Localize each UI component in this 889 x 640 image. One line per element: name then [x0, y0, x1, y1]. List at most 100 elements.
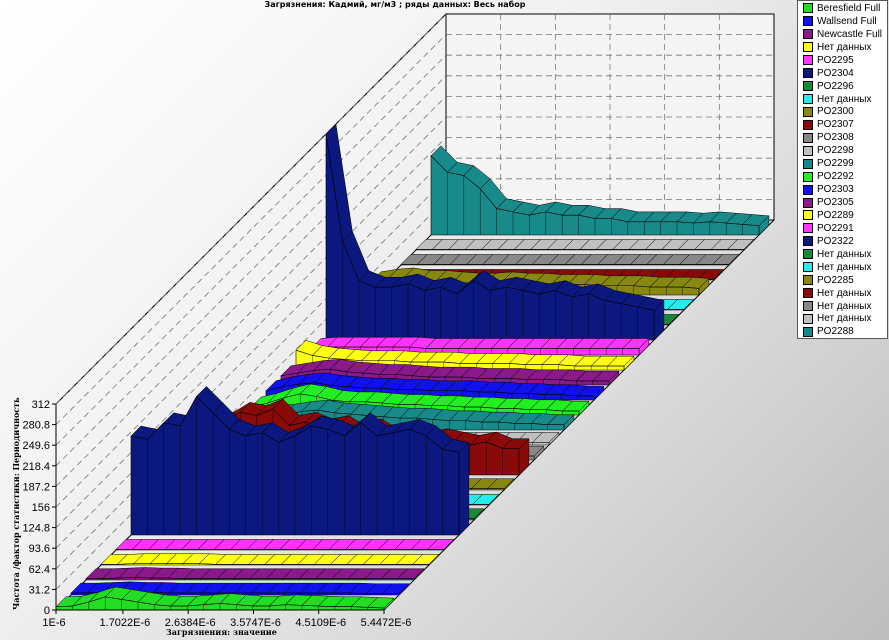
legend-swatch: [803, 55, 813, 66]
legend-label: PO2322: [817, 235, 854, 247]
legend-label: PO2300: [817, 106, 854, 118]
legend-label: PO2308: [817, 132, 854, 144]
legend-item: PO2303: [798, 183, 887, 196]
legend-item: PO2288: [798, 325, 887, 338]
y-tick-label: 312: [32, 399, 50, 411]
legend-item: Newcastle Full: [798, 28, 887, 41]
legend-swatch: [803, 158, 813, 169]
x-tick-label: 1.7022E-6: [100, 617, 151, 629]
legend-label: Wallsend Full: [817, 15, 877, 27]
legend-swatch: [803, 68, 813, 79]
legend-item: PO2289: [798, 209, 887, 222]
legend-swatch: [803, 42, 813, 53]
legend-swatch: [803, 16, 813, 27]
legend-label: Нет данных: [817, 313, 872, 325]
legend-label: PO2296: [817, 80, 854, 92]
x-tick-label: 5.4472E-6: [361, 617, 412, 629]
legend-swatch: [803, 3, 813, 14]
y-tick-label: 187.2: [22, 481, 50, 493]
legend-item: Beresfield Full: [798, 2, 887, 15]
legend-item: Wallsend Full: [798, 15, 887, 28]
legend-item: PO2308: [798, 131, 887, 144]
series-ribbon: [400, 253, 740, 266]
legend-item: Нет данных: [798, 300, 887, 313]
legend-label: PO2307: [817, 119, 854, 131]
y-axis-title: Частота /фактор статистики: Периодичност…: [11, 397, 21, 610]
series-ribbon: [115, 538, 455, 551]
legend-label: Нет данных: [817, 41, 872, 53]
legend-item: PO2307: [798, 118, 887, 131]
legend-swatch: [803, 313, 813, 324]
legend-label: PO2304: [817, 67, 854, 79]
y-tick-label: 249.6: [22, 440, 50, 452]
y-tick-label: 31.2: [29, 584, 50, 596]
legend-swatch: [803, 81, 813, 92]
legend-item: PO2305: [798, 196, 887, 209]
legend-item: PO2300: [798, 106, 887, 119]
legend-item: PO2285: [798, 274, 887, 287]
series-ribbon: [415, 238, 755, 251]
legend-swatch: [803, 236, 813, 247]
y-tick-label: 156: [32, 502, 50, 514]
legend-label: Нет данных: [817, 261, 872, 273]
x-axis-title: Загрязнения: значение: [166, 627, 277, 637]
legend-item: Нет данных: [798, 248, 887, 261]
x-tick-label: 4.5109E-6: [295, 617, 346, 629]
y-tick-label: 280.8: [22, 420, 50, 432]
legend-label: PO2292: [817, 171, 854, 183]
y-tick-label: 93.6: [29, 543, 50, 555]
legend-label: PO2285: [817, 274, 854, 286]
legend-swatch: [803, 210, 813, 221]
y-tick-label: 218.4: [22, 461, 50, 473]
legend-swatch: [803, 119, 813, 130]
legend-label: PO2289: [817, 209, 854, 221]
legend-item: Нет данных: [798, 313, 887, 326]
legend-label: Нет данных: [817, 287, 872, 299]
x-tick-label: 1E-6: [42, 617, 65, 629]
legend-label: PO2299: [817, 158, 854, 170]
legend-item: PO2296: [798, 80, 887, 93]
legend-label: Нет данных: [817, 93, 872, 105]
legend-label: Нет данных: [817, 248, 872, 260]
series-ribbon: [100, 553, 440, 566]
legend-item: PO2295: [798, 54, 887, 67]
legend-item: PO2322: [798, 235, 887, 248]
legend: Beresfield Full Wallsend Full Newcastle Fu…: [797, 0, 888, 339]
series-end-cap: [458, 441, 470, 536]
y-tick-label: 0: [44, 605, 50, 617]
legend-swatch: [803, 326, 813, 337]
legend-label: PO2291: [817, 222, 854, 234]
legend-swatch: [803, 275, 813, 286]
legend-swatch: [803, 301, 813, 312]
legend-item: PO2304: [798, 67, 887, 80]
legend-swatch: [803, 197, 813, 208]
y-tick-label: 62.4: [29, 564, 50, 576]
legend-swatch: [803, 223, 813, 234]
legend-item: PO2298: [798, 144, 887, 157]
legend-swatch: [803, 106, 813, 117]
legend-swatch: [803, 94, 813, 105]
legend-label: PO2295: [817, 54, 854, 66]
legend-swatch: [803, 145, 813, 156]
plot-area: 0 31.2 62.4 93.6 124.8 156 187.2 218.4 249.6 280.…: [22, 12, 775, 629]
legend-item: Нет данных: [798, 93, 887, 106]
legend-item: PO2292: [798, 170, 887, 183]
legend-swatch: [803, 249, 813, 260]
legend-swatch: [803, 184, 813, 195]
legend-label: Нет данных: [817, 300, 872, 312]
legend-swatch: [803, 171, 813, 182]
legend-label: Beresfield Full: [817, 2, 881, 14]
legend-label: PO2303: [817, 184, 854, 196]
legend-swatch: [803, 132, 813, 143]
legend-label: PO2288: [817, 326, 854, 338]
legend-item: Нет данных: [798, 287, 887, 300]
series-ribbon: [85, 567, 425, 581]
legend-item: PO2291: [798, 222, 887, 235]
legend-item: PO2299: [798, 157, 887, 170]
y-tick-label: 124.8: [22, 523, 50, 535]
legend-item: Нет данных: [798, 41, 887, 54]
legend-label: PO2298: [817, 145, 854, 157]
legend-item: Нет данных: [798, 261, 887, 274]
legend-swatch: [803, 262, 813, 273]
legend-label: Newcastle Full: [817, 28, 883, 40]
